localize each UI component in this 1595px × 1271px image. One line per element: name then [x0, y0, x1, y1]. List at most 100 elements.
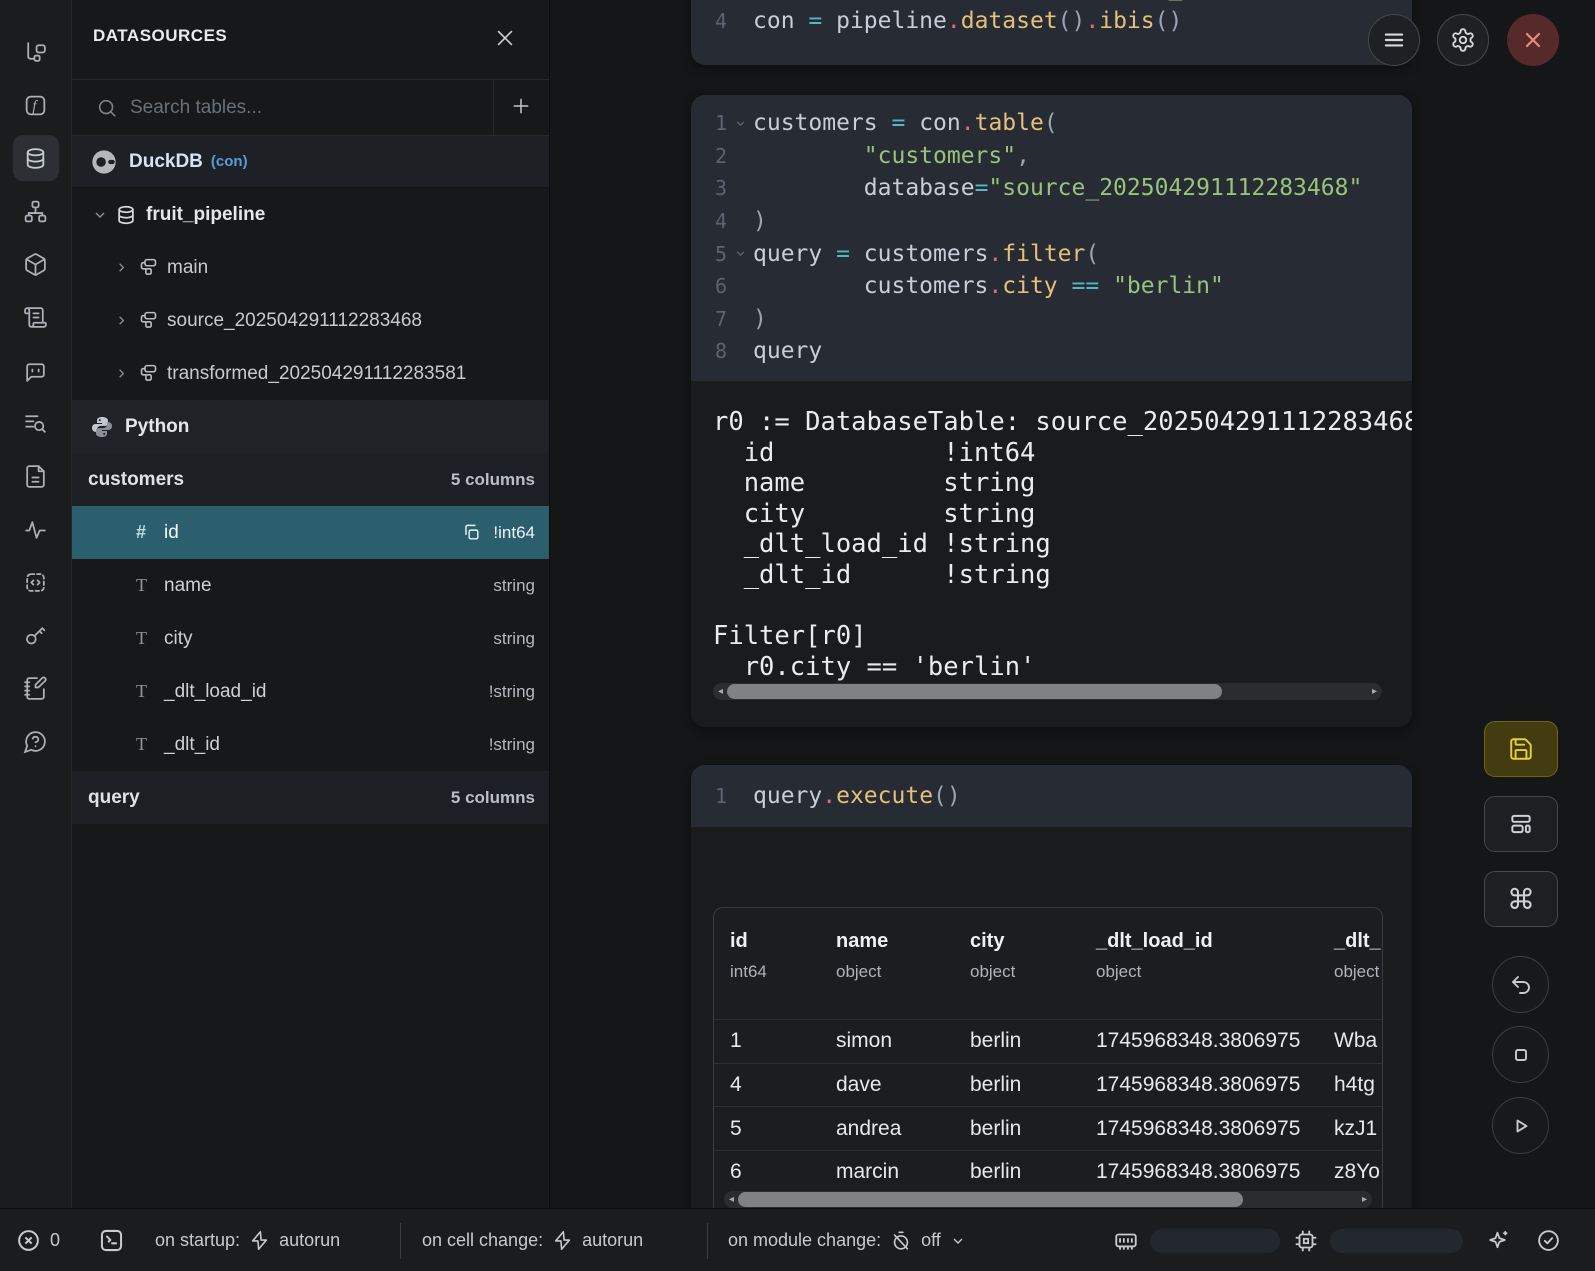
result-column-header[interactable]: cityobject — [970, 930, 1096, 1019]
scratchpad-icon-button[interactable] — [13, 665, 59, 711]
column-name: _dlt_load_id — [164, 681, 266, 703]
column-item-id[interactable]: #id!int64 — [72, 506, 549, 559]
code-editor[interactable]: 1customers = con.table(2 "customers",3 d… — [691, 95, 1412, 381]
functions-icon-button[interactable]: f — [13, 82, 59, 128]
scroll-left-arrow[interactable]: ◂ — [724, 1191, 739, 1208]
table-item-customers[interactable]: customers 5 columns — [72, 453, 549, 506]
schema-name: main — [167, 257, 208, 279]
circle-x-icon — [16, 1228, 41, 1253]
tree-item-database[interactable]: fruit_pipeline — [72, 188, 549, 241]
code-line[interactable]: 3 database="source_202504291112283468" — [691, 172, 1412, 205]
python-logo-icon — [90, 415, 114, 439]
result-column-header[interactable]: _dlt_load_idobject — [1096, 930, 1334, 1019]
fold-chevron-icon[interactable] — [727, 247, 753, 260]
dependencies-icon-button[interactable] — [13, 188, 59, 234]
result-row[interactable]: 4daveberlin1745968348.3806975h4tg — [714, 1063, 1382, 1107]
error-indicator[interactable]: 0 — [16, 1209, 60, 1271]
column-item-_dlt_load_id[interactable]: T_dlt_load_id!string — [72, 665, 549, 718]
line-number: 5 — [691, 242, 727, 266]
search-input[interactable] — [130, 88, 480, 128]
file-tree-icon-button[interactable] — [13, 29, 59, 75]
column-header-type: object — [836, 962, 970, 982]
error-count: 0 — [50, 1230, 60, 1251]
code-line[interactable]: 4con = pipeline.dataset().ibis() — [691, 5, 1412, 38]
code-line[interactable]: 4) — [691, 205, 1412, 238]
code-editor[interactable]: 1query.execute() — [691, 765, 1412, 827]
code-line[interactable]: 3pipeline = dlt.pipeline("fruit_pipeline… — [691, 0, 1412, 5]
packages-icon-button[interactable] — [13, 241, 59, 287]
column-item-_dlt_id[interactable]: T_dlt_id!string — [72, 718, 549, 771]
run-button[interactable] — [1492, 1097, 1549, 1154]
result-cell: berlin — [970, 1117, 1096, 1141]
fold-chevron-icon[interactable] — [727, 117, 753, 130]
code-text: query — [753, 335, 822, 367]
tree-item-schema[interactable]: main — [72, 241, 549, 294]
horizontal-scrollbar[interactable]: ◂▸ — [724, 1191, 1372, 1208]
search-icon — [96, 97, 118, 119]
code-line[interactable]: 5query = customers.filter( — [691, 237, 1412, 270]
column-header-name: name — [836, 930, 970, 953]
layout-toggle-button[interactable] — [1484, 796, 1558, 852]
table-item-query[interactable]: query 5 columns — [72, 771, 549, 824]
result-cell: berlin — [970, 1029, 1096, 1053]
result-cell: 4 — [730, 1073, 836, 1097]
close-panel-button[interactable] — [491, 24, 519, 52]
scrollbar-thumb[interactable] — [738, 1192, 1243, 1207]
scroll-left-arrow[interactable]: ◂ — [713, 683, 728, 700]
result-row[interactable]: 6marcinberlin1745968348.3806975z8Yo — [714, 1150, 1382, 1194]
ai-assistant-button[interactable] — [1486, 1209, 1511, 1271]
section-python[interactable]: Python — [72, 400, 549, 453]
database-icon — [23, 146, 48, 171]
column-item-city[interactable]: Tcitystring — [72, 612, 549, 665]
on-cell-change-toggle[interactable]: on cell change: autorun — [422, 1209, 643, 1271]
line-number: 3 — [691, 176, 727, 200]
logs-icon-button[interactable] — [13, 294, 59, 340]
column-item-name[interactable]: Tnamestring — [72, 559, 549, 612]
datasources-icon-button[interactable] — [13, 135, 59, 181]
snippets-icon-button[interactable] — [13, 559, 59, 605]
tracing-icon-button[interactable] — [13, 506, 59, 552]
on-module-change-toggle[interactable]: on module change: off — [728, 1209, 966, 1271]
scroll-right-arrow[interactable]: ▸ — [1367, 683, 1382, 700]
stop-button[interactable] — [1492, 1026, 1549, 1083]
copy-icon[interactable] — [462, 523, 481, 542]
code-line[interactable]: 1query.execute() — [691, 780, 1412, 813]
save-button[interactable] — [1484, 721, 1558, 777]
result-row[interactable]: 1simonberlin1745968348.3806975Wba — [714, 1019, 1382, 1063]
settings-button[interactable] — [1437, 14, 1489, 66]
scroll-right-arrow[interactable]: ▸ — [1357, 1191, 1372, 1208]
scrollbar-thumb[interactable] — [727, 684, 1222, 699]
code-editor[interactable]: 3pipeline = dlt.pipeline("fruit_pipeline… — [691, 0, 1412, 37]
code-line[interactable]: 8query — [691, 335, 1412, 368]
secrets-icon-button[interactable] — [13, 612, 59, 658]
connection-duckdb[interactable]: DuckDB (con) — [72, 136, 549, 188]
result-column-header[interactable]: idint64 — [730, 930, 836, 1019]
connection-status-button[interactable] — [1536, 1209, 1561, 1271]
column-header-type: object — [1096, 962, 1334, 982]
add-datasource-button[interactable] — [505, 93, 537, 125]
search-list-icon-button[interactable] — [13, 400, 59, 446]
result-row[interactable]: 5andreaberlin1745968348.3806975kzJ1 — [714, 1106, 1382, 1150]
horizontal-scrollbar[interactable]: ◂▸ — [713, 683, 1382, 700]
tree-item-schema[interactable]: transformed_202504291112283581 — [72, 347, 549, 400]
tree-item-schema[interactable]: source_202504291112283468 — [72, 294, 549, 347]
chat-icon-button[interactable] — [13, 347, 59, 393]
code-line[interactable]: 6 customers.city == "berlin" — [691, 270, 1412, 303]
code-line[interactable]: 1customers = con.table( — [691, 107, 1412, 140]
box-icon — [23, 252, 48, 277]
code-line[interactable]: 7) — [691, 303, 1412, 336]
undo-button[interactable] — [1492, 956, 1549, 1013]
stop-icon — [1509, 1043, 1533, 1067]
help-icon-button[interactable] — [13, 718, 59, 764]
command-palette-button[interactable]: ⌘ — [1484, 871, 1558, 927]
result-column-header[interactable]: _dlt_idobject — [1334, 930, 1382, 1019]
documentation-icon-button[interactable] — [13, 453, 59, 499]
shutdown-button[interactable] — [1507, 14, 1559, 66]
column-header-name: id — [730, 930, 836, 953]
terminal-button[interactable] — [98, 1209, 125, 1271]
zap-icon — [552, 1230, 573, 1251]
code-line[interactable]: 2 "customers", — [691, 140, 1412, 173]
result-column-header[interactable]: name object — [836, 930, 970, 1019]
on-startup-toggle[interactable]: on startup: autorun — [155, 1209, 340, 1271]
cell-menu-button[interactable] — [1368, 14, 1420, 66]
